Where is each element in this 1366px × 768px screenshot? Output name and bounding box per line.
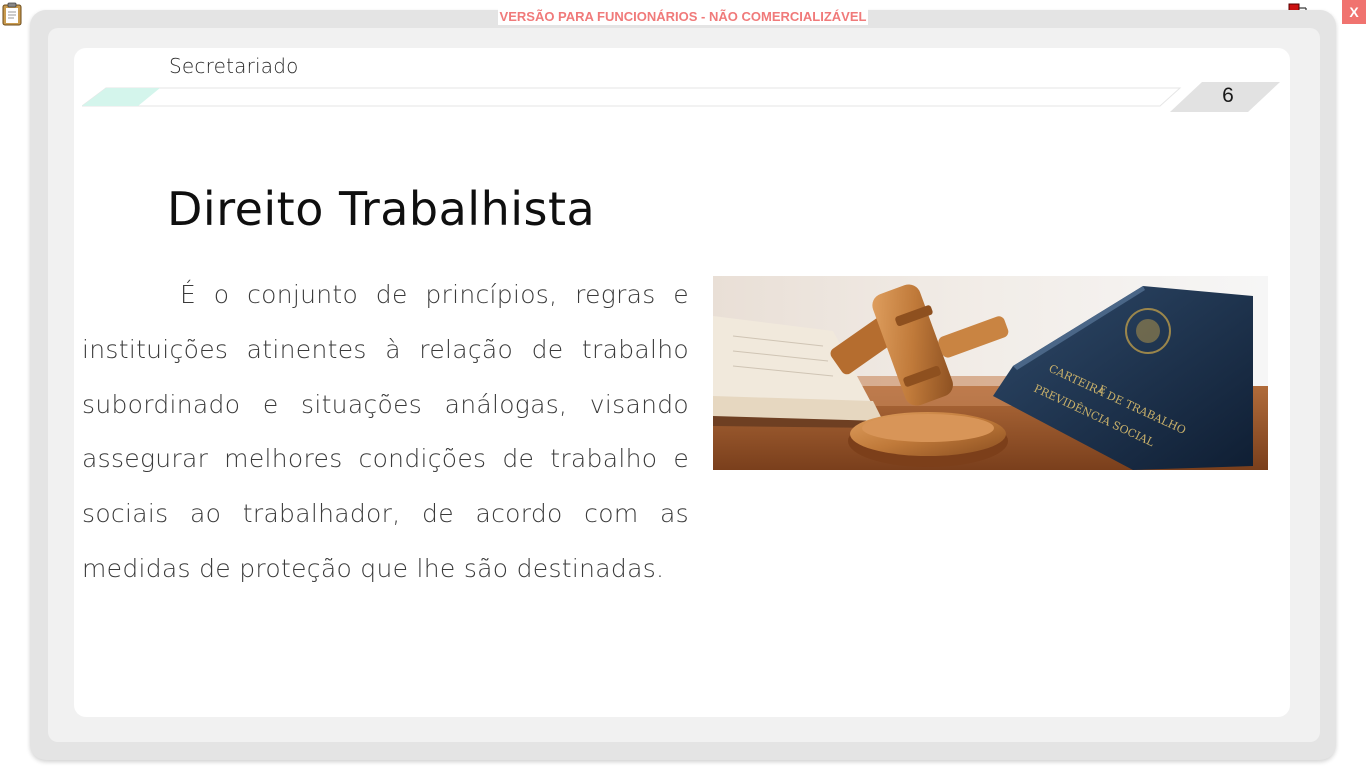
page-number: 6 bbox=[1222, 84, 1234, 107]
document-page: Secretariado 6 Direito Trabalhista É o c… bbox=[74, 48, 1290, 717]
close-button[interactable]: X bbox=[1342, 0, 1366, 24]
body-paragraph: É o conjunto de princípios, regras e ins… bbox=[82, 280, 689, 583]
page-title: Direito Trabalhista bbox=[167, 182, 596, 236]
clipboard-icon[interactable] bbox=[2, 2, 22, 26]
gavel-and-work-card-image: CARTEIRA DE TRABALHO E PREVIDÊNCIA SOCIA… bbox=[713, 276, 1268, 470]
section-header: Secretariado bbox=[169, 54, 299, 78]
app-window: VERSÃO PARA FUNCIONÁRIOS - NÃO COMERCIAL… bbox=[0, 0, 1366, 768]
header-ribbon bbox=[82, 82, 1280, 112]
